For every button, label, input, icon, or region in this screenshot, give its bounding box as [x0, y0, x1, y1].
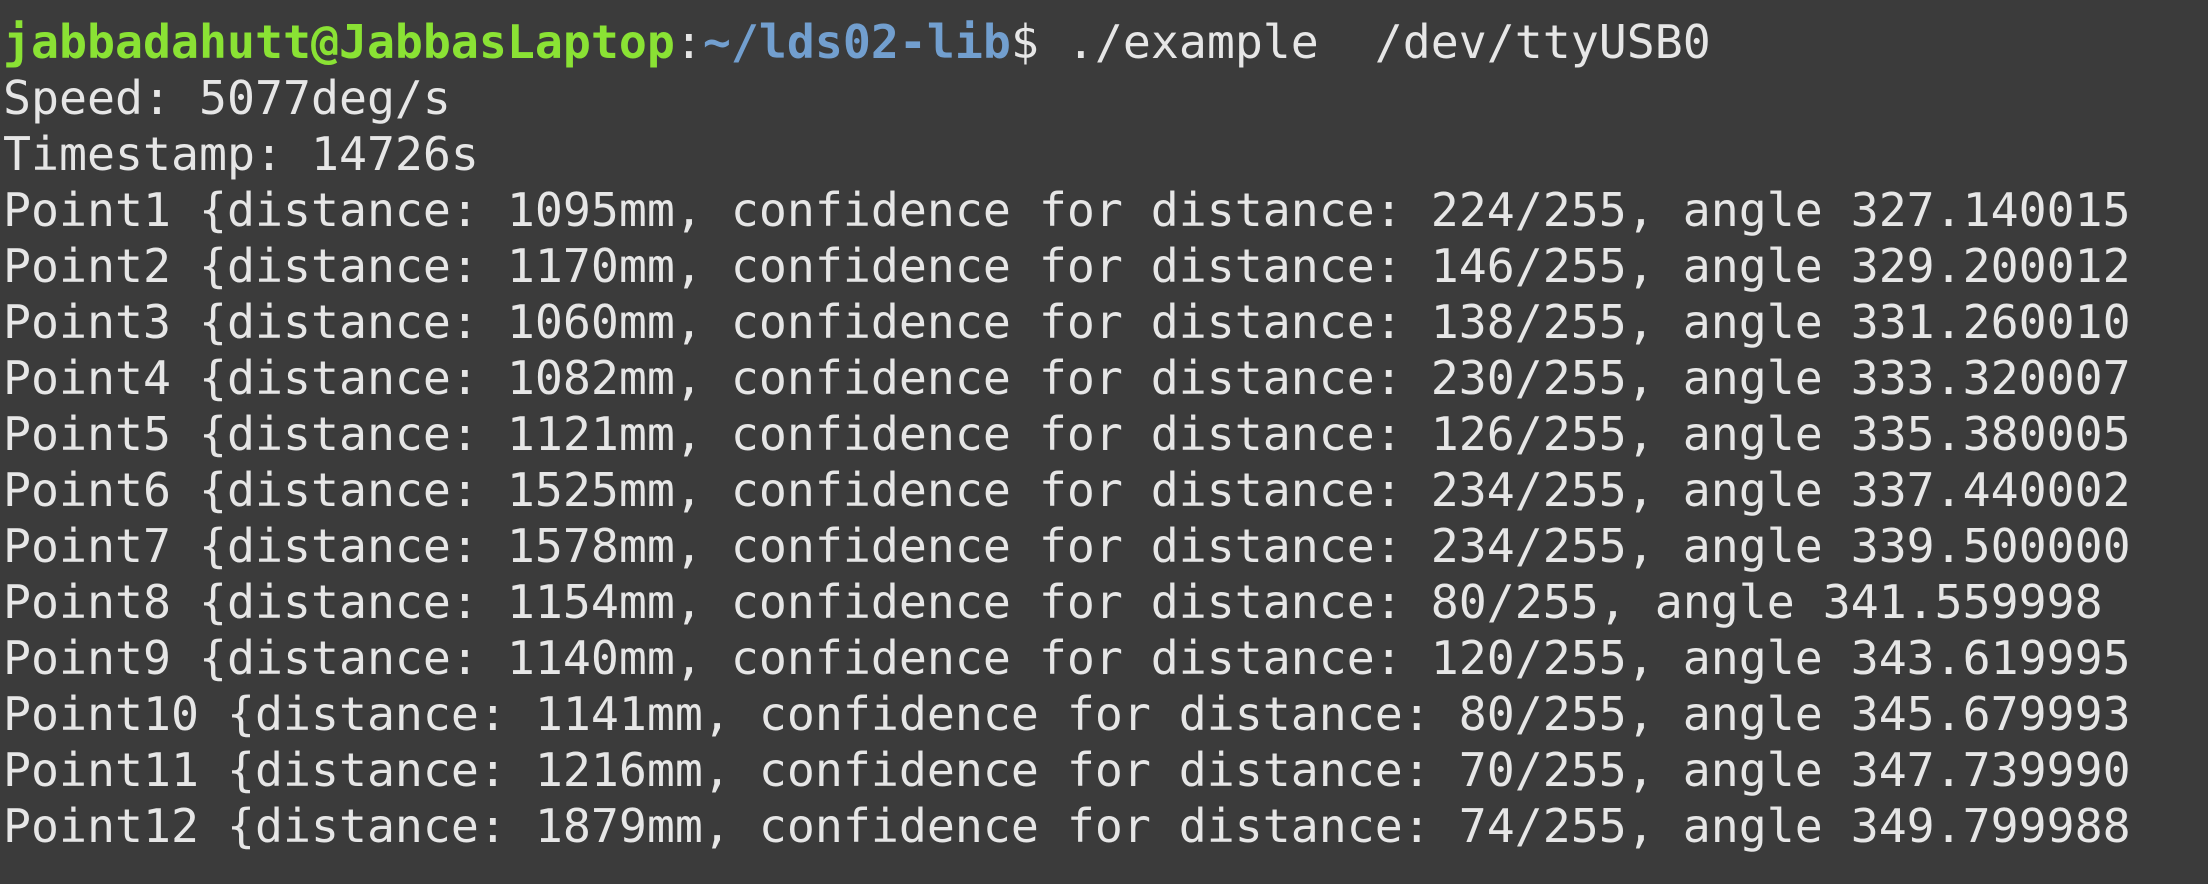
output-line-point: Point1 {distance: 1095mm, confidence for…: [3, 183, 2131, 237]
output-line-point: Point12 {distance: 1879mm, confidence fo…: [3, 799, 2131, 853]
output-line-point: Point11 {distance: 1216mm, confidence fo…: [3, 743, 2131, 797]
terminal-window[interactable]: jabbadahutt@JabbasLaptop:~/lds02-lib$ ./…: [0, 0, 2208, 884]
prompt-user-host: jabbadahutt@JabbasLaptop: [3, 15, 675, 69]
output-line-point: Point5 {distance: 1121mm, confidence for…: [3, 407, 2131, 461]
output-line-timestamp: Timestamp: 14726s: [3, 127, 479, 181]
output-line-speed: Speed: 5077deg/s: [3, 71, 451, 125]
output-line-point: Point2 {distance: 1170mm, confidence for…: [3, 239, 2131, 293]
output-line-point: Point3 {distance: 1060mm, confidence for…: [3, 295, 2131, 349]
prompt-path: ~/lds02-lib: [702, 15, 1011, 69]
prompt-dollar: $: [1010, 15, 1067, 69]
output-line-point: Point4 {distance: 1082mm, confidence for…: [3, 351, 2131, 405]
output-line-point: Point9 {distance: 1140mm, confidence for…: [3, 631, 2131, 685]
output-line-point: Point6 {distance: 1525mm, confidence for…: [3, 463, 2131, 517]
output-line-point: Point7 {distance: 1578mm, confidence for…: [3, 519, 2131, 573]
prompt-line: jabbadahutt@JabbasLaptop:~/lds02-lib$ ./…: [3, 14, 2208, 70]
output-line-point: Point10 {distance: 1141mm, confidence fo…: [3, 687, 2131, 741]
prompt-separator: :: [674, 15, 703, 69]
output-line-point: Point8 {distance: 1154mm, confidence for…: [3, 575, 2103, 629]
command-text: ./example /dev/ttyUSB0: [1066, 15, 1711, 69]
